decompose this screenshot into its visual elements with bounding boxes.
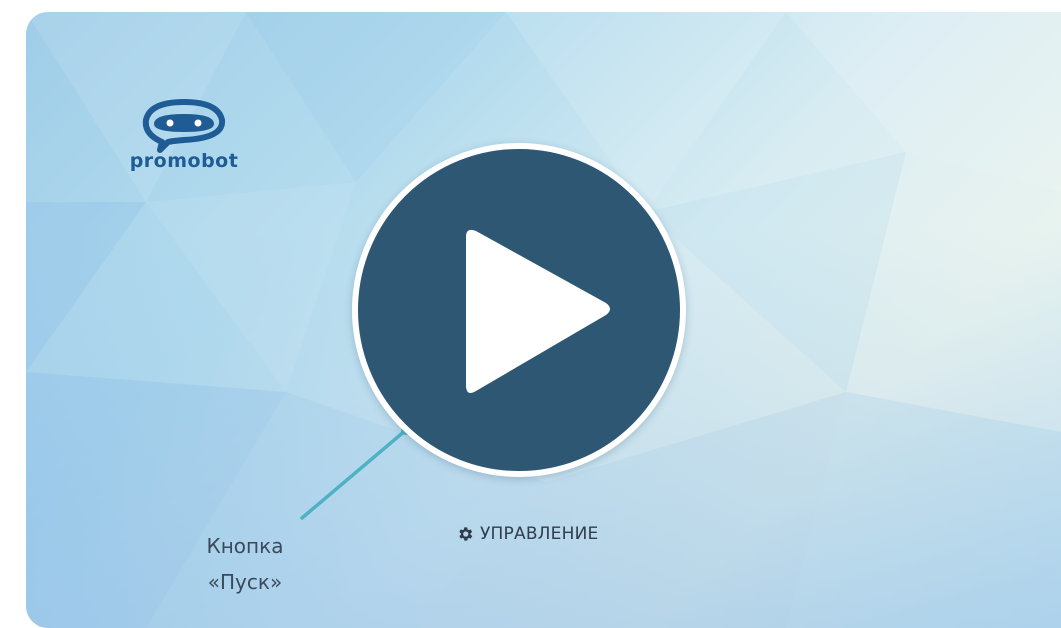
robot-face-icon [142, 99, 226, 153]
start-button-callout: Кнопка «Пуск» [178, 528, 312, 600]
control-label: УПРАВЛЕНИЕ [480, 524, 599, 544]
promobot-logo: promobot [104, 94, 264, 174]
gear-icon [459, 527, 473, 541]
callout-line-1: Кнопка [206, 534, 284, 558]
play-icon [466, 229, 610, 393]
control-link[interactable]: УПРАВЛЕНИЕ [456, 524, 598, 544]
logo-wordmark: promobot [129, 150, 239, 172]
start-button[interactable] [352, 143, 686, 477]
callout-line-2: «Пуск» [207, 570, 283, 594]
